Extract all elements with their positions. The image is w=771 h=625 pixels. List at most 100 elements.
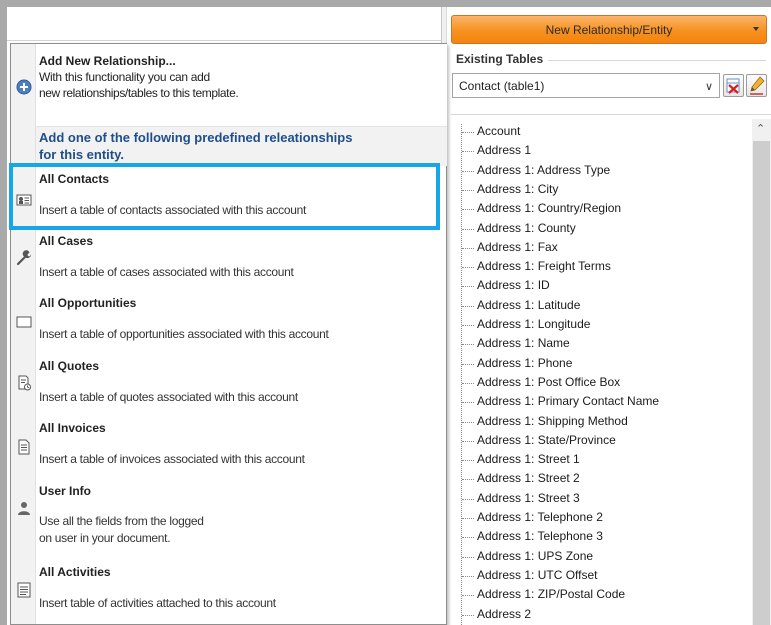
tree-item[interactable]: Address 1: Address Type bbox=[461, 161, 751, 180]
tree-item[interactable]: Address 1: Country/Region bbox=[461, 199, 751, 218]
tree-item-label: Address 1: State/Province bbox=[477, 433, 616, 447]
tree-item-label: Address 1: Street 2 bbox=[477, 471, 580, 485]
tree-item[interactable]: Address 1: Phone bbox=[461, 354, 751, 373]
background-toolbar-strip bbox=[7, 7, 441, 41]
user-icon bbox=[18, 502, 30, 515]
edit-table-button[interactable] bbox=[746, 74, 767, 97]
menu-item-all-activities[interactable]: All Activities Insert table of activitie… bbox=[11, 561, 447, 623]
existing-tables-divider bbox=[548, 60, 766, 61]
existing-tables-label: Existing Tables bbox=[456, 52, 544, 66]
tree-connector-dash bbox=[462, 460, 474, 461]
menu-item-all-opportunities[interactable]: All Opportunities Insert a table of oppo… bbox=[11, 292, 447, 354]
tree-connector-dash bbox=[462, 171, 474, 172]
tree-item-label: Address 1: Freight Terms bbox=[477, 259, 611, 273]
tree-item[interactable]: Address 1: Primary Contact Name bbox=[461, 392, 751, 411]
tree-item[interactable]: Account bbox=[461, 122, 751, 141]
tree-item[interactable]: Address 1: Fax bbox=[461, 238, 751, 257]
menu-item-desc: Insert a table of invoices associated wi… bbox=[39, 452, 305, 466]
tree-connector-dash bbox=[462, 325, 474, 326]
tree-item[interactable]: Address 1: City bbox=[461, 180, 751, 199]
tree-item[interactable]: Address 1: State/Province bbox=[461, 431, 751, 450]
selected-item-highlight bbox=[9, 163, 440, 230]
tree-item[interactable]: Address 1: ID bbox=[461, 276, 751, 295]
menu-item-desc-line2: on user in your document. bbox=[39, 531, 171, 545]
tree-connector-dash bbox=[462, 209, 474, 210]
delete-table-icon bbox=[726, 78, 740, 94]
scroll-up-icon[interactable]: ⌃ bbox=[756, 122, 765, 135]
scroll-thumb[interactable] bbox=[753, 141, 770, 625]
menu-item-all-cases[interactable]: All Cases Insert a table of cases associ… bbox=[11, 230, 447, 292]
tree-item[interactable]: Address 1: Street 2 bbox=[461, 469, 751, 488]
tree-item[interactable]: Address 1: UTC Offset bbox=[461, 566, 751, 585]
window-frame-top bbox=[0, 0, 771, 7]
tree-connector-dash bbox=[462, 557, 474, 558]
existing-tables-selected-value: Contact (table1) bbox=[459, 79, 545, 93]
delete-table-button[interactable] bbox=[723, 74, 744, 97]
tree-connector-dash bbox=[462, 499, 474, 500]
tree-item-label: Address 1: Phone bbox=[477, 356, 573, 370]
tree-item-label: Address 1: Latitude bbox=[477, 298, 581, 312]
tree-connector-dash bbox=[462, 441, 474, 442]
tree-item-label: Address 1: Street 1 bbox=[477, 452, 580, 466]
menu-item-desc: Insert a table of opportunities associat… bbox=[39, 327, 329, 341]
tree-item-label: Address 1: UPS Zone bbox=[477, 549, 594, 563]
wrench-icon bbox=[16, 250, 32, 266]
menu-item-title: All Invoices bbox=[39, 421, 106, 435]
tree-connector-dash bbox=[462, 422, 474, 423]
dropdown-arrow-icon bbox=[753, 27, 759, 31]
tree-connector-dash bbox=[462, 267, 474, 268]
tree-connector-dash bbox=[462, 383, 474, 384]
tree-item[interactable]: Address 1: UPS Zone bbox=[461, 547, 751, 566]
tree-item[interactable]: Address 1: Longitude bbox=[461, 315, 751, 334]
add-new-relationship-desc-line2: new relationships/tables to this templat… bbox=[39, 86, 239, 100]
tree-item[interactable]: Address 1: Street 1 bbox=[461, 450, 751, 469]
tree-item-label: Address 1: ID bbox=[477, 278, 550, 292]
tree-item-label: Address 1: City bbox=[477, 182, 559, 196]
tree-connector-dash bbox=[462, 537, 474, 538]
tree-item-label: Address 1: UTC Offset bbox=[477, 568, 598, 582]
menu-item-title: User Info bbox=[39, 484, 92, 498]
tree-item[interactable]: Address 1: ZIP/Postal Code bbox=[461, 585, 751, 604]
tree-item[interactable]: Address 2 bbox=[461, 605, 751, 624]
tree-connector-dash bbox=[462, 306, 474, 307]
new-relationship-entity-button[interactable]: New Relationship/Entity bbox=[451, 15, 767, 44]
tree-item[interactable]: Address 1: Post Office Box bbox=[461, 373, 751, 392]
tree-item-label: Address 1: Longitude bbox=[477, 317, 591, 331]
tree-connector-dash bbox=[462, 595, 474, 596]
tree-item-label: Address 1: Fax bbox=[477, 240, 558, 254]
tree-connector-dash bbox=[462, 248, 474, 249]
tree-item-label: Address 1: Country/Region bbox=[477, 201, 622, 215]
tree-item-label: Address 1: Street 3 bbox=[477, 491, 580, 505]
tree-connector-dash bbox=[462, 364, 474, 365]
tree-connector-dash bbox=[462, 479, 474, 480]
tree-item-label: Address 1: Primary Contact Name bbox=[477, 394, 660, 408]
window-icon bbox=[16, 316, 32, 328]
tree-item-label: Address 1: ZIP/Postal Code bbox=[477, 587, 626, 601]
window-frame-left bbox=[0, 0, 7, 625]
menu-item-all-quotes[interactable]: All Quotes Insert a table of quotes asso… bbox=[11, 355, 447, 417]
chevron-down-icon: ∨ bbox=[704, 81, 713, 93]
tree-item[interactable]: Address 1: Freight Terms bbox=[461, 257, 751, 276]
tree-item-label: Address 1 bbox=[477, 143, 532, 157]
predefined-relationships-heading: Add one of the following predefined rele… bbox=[39, 130, 353, 162]
tree-item[interactable]: Address 1 bbox=[461, 141, 751, 160]
tree-item[interactable]: Address 1: Shipping Method bbox=[461, 412, 751, 431]
tree-item[interactable]: Address 1: Telephone 2 bbox=[461, 508, 751, 527]
tree-item[interactable]: Address 1: Street 3 bbox=[461, 489, 751, 508]
tree-connector-dash bbox=[462, 576, 474, 577]
existing-tables-select[interactable]: Contact (table1) ∨ bbox=[452, 73, 720, 98]
tree-item[interactable]: Address 1: Name bbox=[461, 334, 751, 353]
add-new-relationship-title[interactable]: Add New Relationship... bbox=[39, 54, 176, 68]
menu-item-title: All Quotes bbox=[39, 359, 100, 373]
tree-scrollbar[interactable]: ⌃ bbox=[752, 119, 771, 625]
tree-item[interactable]: Address 1: Telephone 3 bbox=[461, 527, 751, 546]
menu-item-all-invoices[interactable]: All Invoices Insert a table of invoices … bbox=[11, 417, 447, 479]
menu-item-user-info[interactable]: User Info Use all the fields from the lo… bbox=[11, 480, 447, 545]
tree-item-label: Account bbox=[477, 124, 521, 138]
activities-doc-icon bbox=[17, 582, 31, 598]
tree-item[interactable]: Address 1: Latitude bbox=[461, 296, 751, 315]
tree-connector-dash bbox=[462, 132, 474, 133]
tree-item-label: Address 2 bbox=[477, 607, 532, 621]
tree-connector-dash bbox=[462, 286, 474, 287]
tree-item[interactable]: Address 1: County bbox=[461, 219, 751, 238]
